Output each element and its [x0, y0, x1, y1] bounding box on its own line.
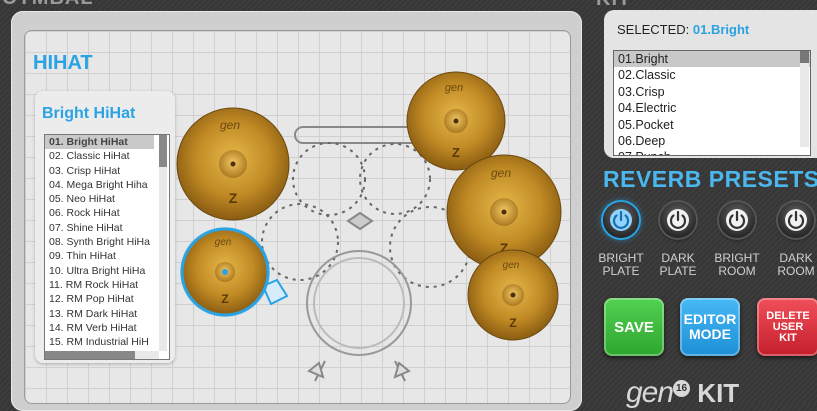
- reverb-preset-knob[interactable]: [603, 202, 639, 238]
- crash-cymbal-right[interactable]: gen Z: [406, 71, 506, 171]
- reverb-preset-knob[interactable]: [719, 202, 755, 238]
- cymbal-logo: gen: [220, 118, 240, 132]
- reverb-presets-heading: REVERB PRESETS: [603, 166, 817, 192]
- power-icon: [728, 210, 746, 229]
- preset-list-item[interactable]: 01. Bright HiHat: [45, 135, 154, 150]
- preset-list-item[interactable]: 03. Crisp HiHat: [45, 164, 154, 178]
- power-icon: [669, 210, 687, 229]
- preset-list-vertical-scrollbar[interactable]: [159, 135, 167, 351]
- preset-list-item[interactable]: 10. Ultra Bright HiHa: [45, 264, 154, 278]
- splash-cymbal[interactable]: gen Z: [467, 249, 559, 341]
- reverb-preset-label: BRIGHT ROOM: [714, 251, 760, 278]
- preset-list-item[interactable]: 11. RM Rock HiHat: [45, 278, 154, 292]
- hihat-cymbal[interactable]: gen Z: [180, 227, 270, 317]
- brand-logo: gen 16 KIT: [626, 376, 740, 409]
- power-icon: [787, 210, 805, 229]
- reverb-preset-knob[interactable]: [660, 202, 696, 238]
- kit-list[interactable]: 01.Bright 02.Classic 03.Crisp 04.Electric 05…: [613, 50, 811, 156]
- preset-list-item[interactable]: 02. Classic HiHat: [45, 149, 154, 163]
- kit-list-item[interactable]: 03.Crisp: [614, 84, 810, 100]
- cymbal-z-mark: Z: [509, 316, 516, 330]
- selected-prefix: SELECTED:: [617, 22, 690, 37]
- delete-user-kit-button[interactable]: DELETE USER KIT: [757, 298, 817, 356]
- preset-list-item[interactable]: 09. Thin HiHat: [45, 249, 154, 263]
- preset-list-item[interactable]: 12. RM Pop HiHat: [45, 292, 154, 306]
- cymbal-type-heading: HIHAT: [33, 52, 93, 74]
- kit-list-item[interactable]: 06.Deep: [614, 133, 810, 149]
- preset-list-item[interactable]: 15. RM Industrial HiH: [45, 335, 154, 349]
- reverb-preset-label: BRIGHT PLATE: [598, 251, 644, 278]
- kit-select-panel: SELECTED: 01.Bright 01.Bright 02.Classic 0…: [604, 10, 817, 158]
- selected-kit-value: 01.Bright: [692, 22, 750, 37]
- cymbal-z-mark: Z: [452, 145, 460, 160]
- preset-list-item[interactable]: 07. Shine HiHat: [45, 221, 154, 235]
- kit-list-item[interactable]: 02.Classic: [614, 67, 810, 83]
- reverb-preset-label: DARK ROOM: [777, 251, 815, 278]
- editor-mode-button[interactable]: EDITOR MODE: [680, 298, 740, 356]
- reverb-preset-knob[interactable]: [778, 202, 814, 238]
- power-icon: [612, 210, 630, 229]
- crash-cymbal-left[interactable]: gen Z: [176, 107, 290, 221]
- cymbal-z-mark: Z: [221, 292, 228, 306]
- cymbal-logo: gen: [503, 260, 520, 271]
- preset-list-item[interactable]: 13. RM Dark HiHat: [45, 307, 154, 321]
- preset-list-item[interactable]: 08. Synth Bright HiHa: [45, 235, 154, 249]
- reverb-preset-label: DARK PLATE: [659, 251, 697, 278]
- kit-list-item[interactable]: 05.Pocket: [614, 117, 810, 133]
- preset-list-item[interactable]: 04. Mega Bright Hiha: [45, 178, 154, 192]
- cymbal-logo: gen: [491, 166, 511, 180]
- cymbal-logo: gen: [215, 237, 232, 248]
- kit-list-item[interactable]: 04.Electric: [614, 100, 810, 116]
- selected-preset-name: Bright HiHat: [42, 105, 136, 122]
- preset-list-item[interactable]: 06. Rock HiHat: [45, 206, 154, 220]
- preset-list-item[interactable]: 14. RM Verb HiHat: [45, 321, 154, 335]
- cymbal-logo: gen: [445, 82, 463, 94]
- preset-list-item[interactable]: 05. Neo HiHat: [45, 192, 154, 206]
- cymbal-section-title: CYMBAL: [2, 0, 94, 10]
- save-button[interactable]: SAVE: [604, 298, 664, 356]
- preset-list-horizontal-scrollbar[interactable]: [45, 351, 159, 359]
- hihat-preset-panel: Bright HiHat 01. Bright HiHat 02. Classic…: [35, 91, 175, 363]
- cymbal-z-mark: Z: [229, 190, 238, 206]
- kit-list-item[interactable]: 07.Punch: [614, 149, 810, 155]
- kit-list-scrollbar[interactable]: [800, 51, 809, 147]
- selected-kit-label: SELECTED: 01.Bright: [617, 22, 749, 37]
- cymbal-editor-panel: gen Z gen Z gen Z gen Z gen Z HIHAT Brig…: [11, 11, 582, 411]
- kit-list-item[interactable]: 01.Bright: [614, 51, 810, 68]
- hihat-preset-list[interactable]: 01. Bright HiHat 02. Classic HiHat 03. Cri…: [44, 134, 170, 360]
